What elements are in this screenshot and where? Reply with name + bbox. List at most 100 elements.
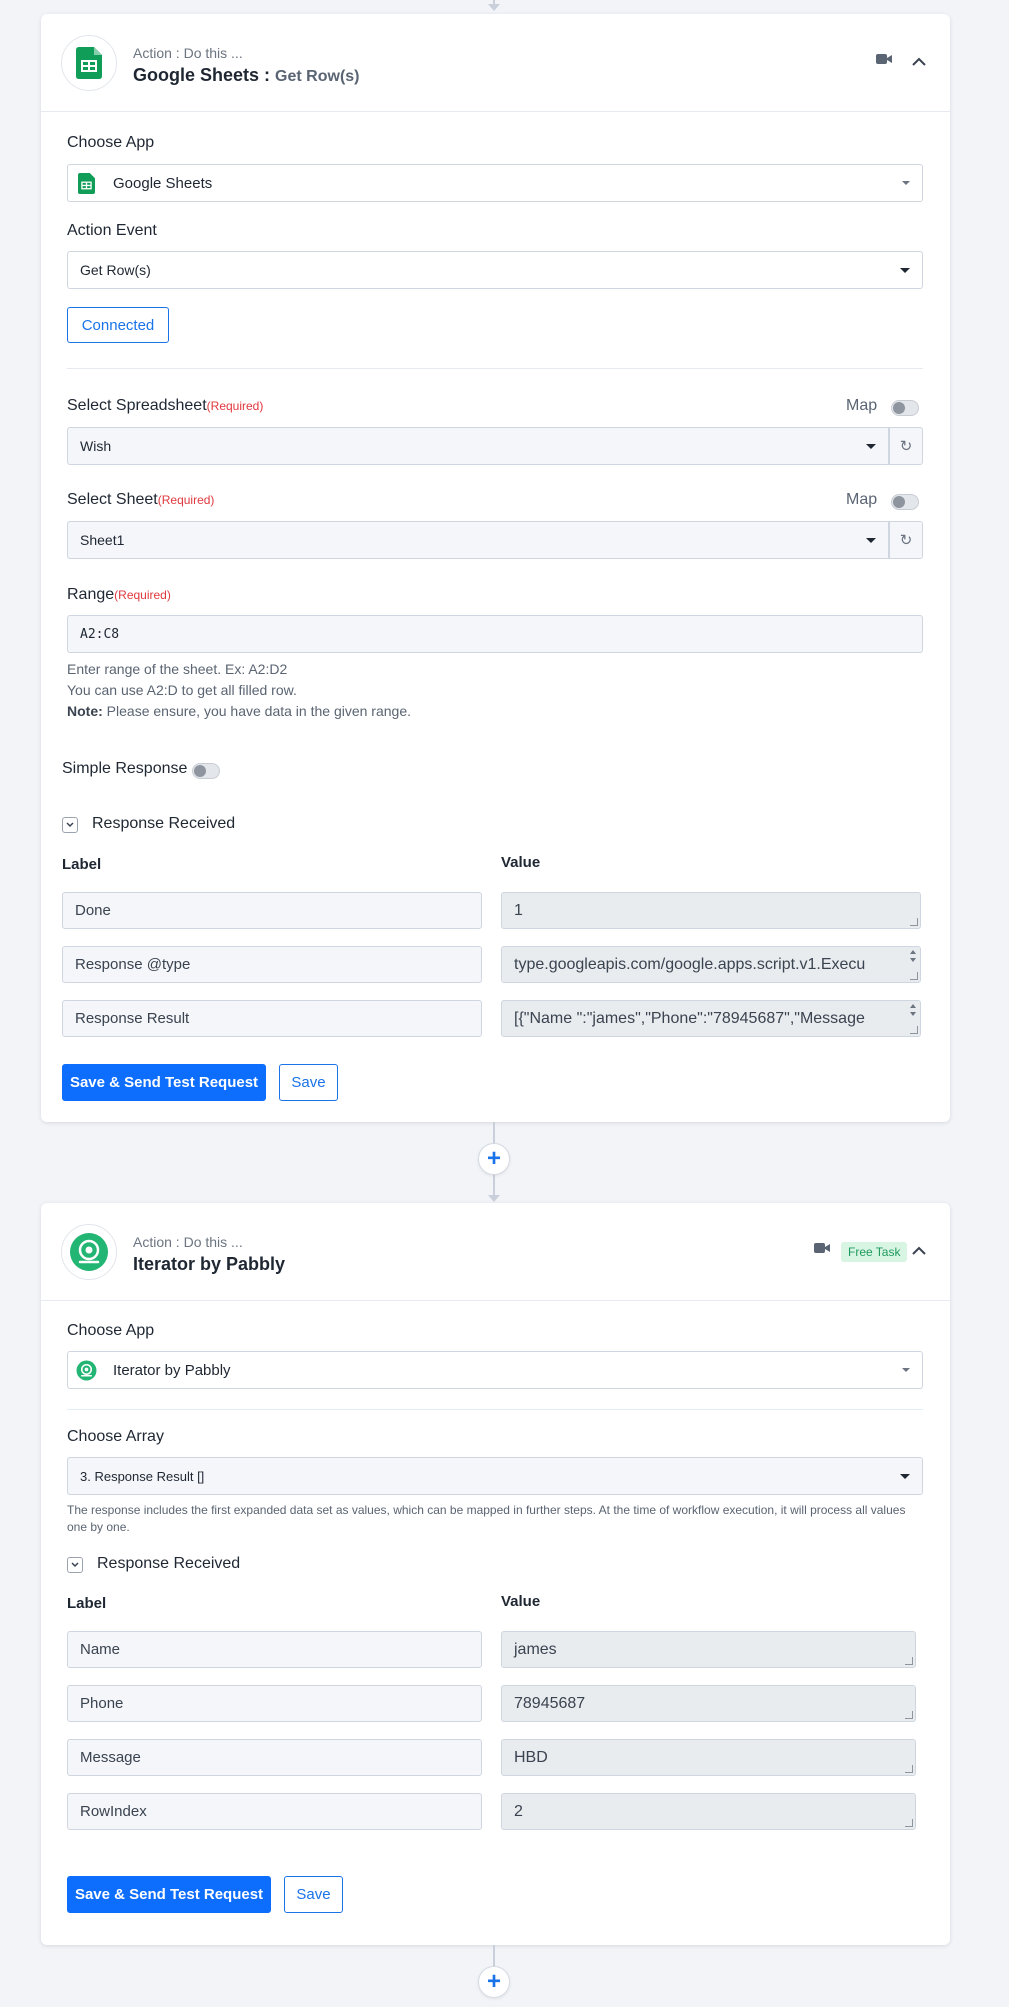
connected-button[interactable]: Connected <box>67 307 169 343</box>
video-icon[interactable] <box>876 52 892 70</box>
step-app-name: Google Sheets : <box>133 65 271 85</box>
range-input[interactable]: A2:C8 <box>67 615 923 653</box>
map-label: Map <box>846 491 878 508</box>
choose-array-select[interactable]: 3. Response Result [] <box>67 1457 923 1495</box>
resize-handle[interactable] <box>905 1765 913 1773</box>
action-event-select[interactable]: Get Row(s) <box>67 251 923 289</box>
action-event-value: Get Row(s) <box>80 262 151 278</box>
chevron-up-icon[interactable] <box>912 54 926 72</box>
chevron-down-icon <box>900 268 910 273</box>
response-row-value[interactable]: HBD <box>501 1739 916 1776</box>
scroll-arrows-icon[interactable] <box>910 1004 916 1016</box>
resize-handle[interactable] <box>910 918 918 926</box>
action-event-label: Action Event <box>67 222 157 239</box>
resize-handle[interactable] <box>905 1819 913 1827</box>
plus-icon[interactable]: + <box>478 1966 510 1998</box>
required-marker: (Required) <box>206 399 264 413</box>
scroll-arrows-icon[interactable] <box>910 950 916 962</box>
step-title: Iterator by Pabbly <box>133 1254 286 1274</box>
connector-arrow-middle <box>488 1195 500 1202</box>
resize-handle[interactable] <box>910 972 918 980</box>
video-icon[interactable] <box>814 1241 830 1259</box>
simple-response-toggle[interactable] <box>192 763 220 779</box>
response-row-value-text: 1 <box>514 902 523 919</box>
iterator-icon <box>70 1233 108 1271</box>
iterator-logo <box>61 1224 117 1280</box>
required-marker: (Required) <box>114 588 171 602</box>
step-action-name: Get Row(s) <box>275 68 360 85</box>
response-row-value[interactable]: james <box>501 1631 916 1668</box>
response-row-value[interactable]: [{"Name ":"james","Phone":"78945687","Me… <box>501 1000 921 1037</box>
connector-arrow-top <box>488 4 500 11</box>
chevron-down-icon <box>866 538 876 543</box>
simple-response-label: Simple Response <box>62 760 188 777</box>
step-title: Google Sheets : Get Row(s) <box>133 65 360 86</box>
response-row-label: Response Result <box>62 1000 482 1037</box>
response-row-value[interactable]: 2 <box>501 1793 916 1830</box>
response-row-value[interactable]: type.googleapis.com/google.apps.script.v… <box>501 946 921 983</box>
chevron-up-icon[interactable] <box>912 1243 926 1261</box>
chevron-down-icon[interactable] <box>62 817 78 833</box>
save-send-test-button[interactable]: Save & Send Test Request <box>62 1064 266 1101</box>
section-divider <box>67 1409 923 1410</box>
step-header[interactable]: Action : Do this ... Iterator by Pabbly … <box>41 1203 950 1301</box>
sheet-label: Select Sheet(Required) <box>67 491 214 509</box>
sheet-select[interactable]: Sheet1 <box>67 521 889 559</box>
google-sheets-step-card: Action : Do this ... Google Sheets : Get… <box>41 14 950 1122</box>
sheet-value: Sheet1 <box>80 532 125 548</box>
range-help-note: Note: Please ensure, you have data in th… <box>67 701 411 722</box>
range-help-line-2: You can use A2:D to get all filled row. <box>67 682 297 698</box>
range-help: Enter range of the sheet. Ex: A2:D2 You … <box>67 659 411 722</box>
response-row-value[interactable]: 1 <box>501 892 921 929</box>
range-label: Range(Required) <box>67 586 171 604</box>
response-row-value[interactable]: 78945687 <box>501 1685 916 1722</box>
google-sheets-icon <box>78 173 95 194</box>
range-help-line-1: Enter range of the sheet. Ex: A2:D2 <box>67 661 288 677</box>
response-row-value-text: HBD <box>514 1749 548 1766</box>
plus-icon[interactable]: + <box>478 1143 510 1175</box>
choose-app-label: Choose App <box>67 1322 155 1339</box>
response-row-label: Name <box>67 1631 482 1668</box>
choose-array-help: The response includes the first expanded… <box>67 1503 906 1534</box>
resize-handle[interactable] <box>905 1711 913 1719</box>
label-column-header: Label <box>62 856 102 873</box>
response-row-label: Phone <box>67 1685 482 1722</box>
response-received-label: Response Received <box>92 815 236 832</box>
refresh-icon[interactable]: ↻ <box>889 521 923 559</box>
save-send-test-button[interactable]: Save & Send Test Request <box>67 1876 271 1913</box>
response-row-label: RowIndex <box>67 1793 482 1830</box>
spreadsheet-select[interactable]: Wish <box>67 427 889 465</box>
choose-app-select[interactable]: Iterator by Pabbly <box>67 1351 923 1389</box>
response-row-value-text: type.googleapis.com/google.apps.script.v… <box>514 956 866 973</box>
refresh-icon[interactable]: ↻ <box>889 427 923 465</box>
response-row-label: Done <box>62 892 482 929</box>
response-row-label: Message <box>67 1739 482 1776</box>
response-row-value-text: [{"Name ":"james","Phone":"78945687","Me… <box>514 1010 865 1027</box>
choose-array-value: 3. Response Result [] <box>80 1468 205 1484</box>
required-marker: (Required) <box>157 493 215 507</box>
range-value: A2:C8 <box>80 626 120 642</box>
choose-app-select[interactable]: Google Sheets <box>67 164 923 202</box>
resize-handle[interactable] <box>905 1657 913 1665</box>
chevron-down-icon[interactable] <box>67 1557 83 1573</box>
section-divider <box>67 368 923 369</box>
choose-app-label: Choose App <box>67 134 155 151</box>
spreadsheet-value: Wish <box>80 438 112 454</box>
chevron-down-icon <box>866 444 876 449</box>
google-sheets-icon <box>76 47 102 79</box>
map-toggle-spreadsheet[interactable] <box>891 400 919 416</box>
step-subtitle: Action : Do this ... <box>133 45 243 61</box>
step-header[interactable]: Action : Do this ... Google Sheets : Get… <box>41 14 950 112</box>
resize-handle[interactable] <box>910 1026 918 1034</box>
save-button[interactable]: Save <box>284 1876 343 1913</box>
map-toggle-sheet[interactable] <box>891 494 919 510</box>
response-row-value-text: james <box>514 1641 557 1658</box>
response-row-value-text: 2 <box>514 1803 523 1820</box>
iterator-step-card: Action : Do this ... Iterator by Pabbly … <box>41 1203 950 1945</box>
response-row-value-text: 78945687 <box>514 1695 586 1712</box>
iterator-icon <box>76 1360 97 1381</box>
save-button[interactable]: Save <box>279 1064 338 1101</box>
value-column-header: Value <box>501 854 541 871</box>
free-task-badge: Free Task <box>841 1242 908 1262</box>
choose-app-value: Iterator by Pabbly <box>113 1361 231 1379</box>
